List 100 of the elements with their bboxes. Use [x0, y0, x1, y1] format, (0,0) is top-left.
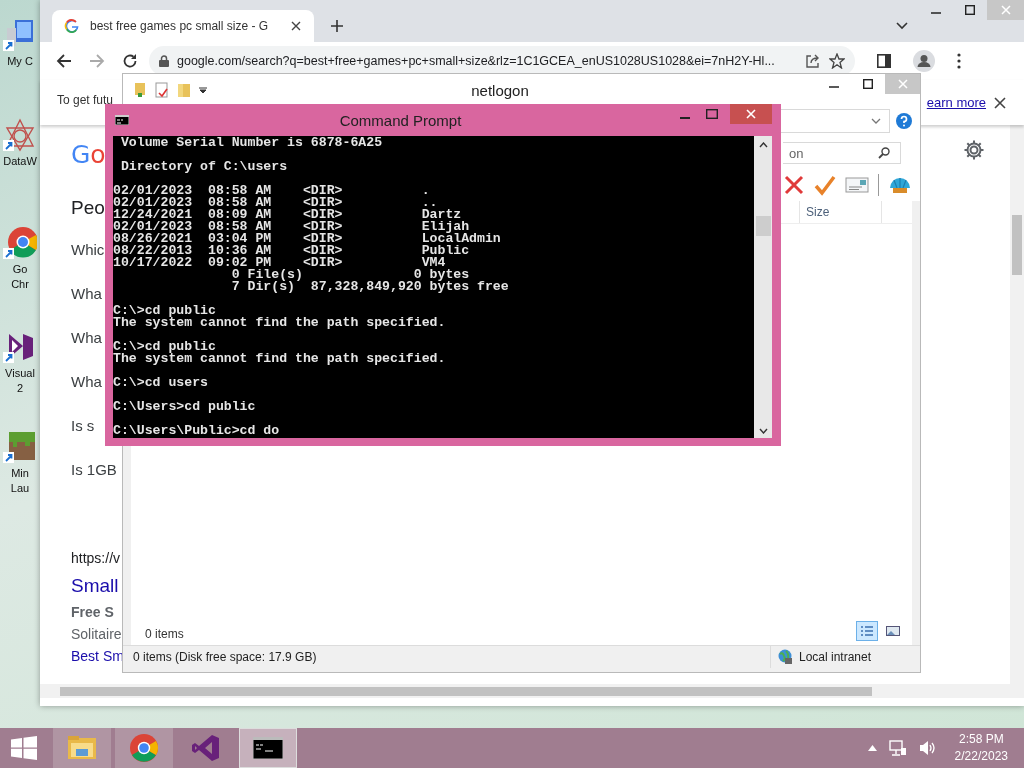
console-line: The system cannot find the path specified. [113, 353, 447, 365]
window-title: netlogon [471, 82, 529, 99]
console-line: Directory of C:\users [119, 161, 289, 173]
check-icon[interactable] [814, 174, 836, 196]
desktop-icon-label[interactable]: Go Chr [11, 262, 29, 292]
item-count: 0 items [145, 627, 184, 641]
zone-label: Local intranet [799, 650, 872, 664]
question-item[interactable]: Is 1GB [71, 448, 117, 492]
back-icon[interactable] [56, 53, 72, 69]
scroll-down-icon[interactable] [758, 428, 768, 434]
desktop-icon-label[interactable]: My C [7, 54, 33, 69]
console-line: 0 File(s) 0 bytes [230, 269, 471, 281]
browser-tab[interactable]: best free games pc small size - G [52, 10, 314, 42]
scrollbar-thumb[interactable] [60, 687, 872, 696]
column-header[interactable]: Size [799, 201, 881, 223]
settings-icon[interactable] [963, 139, 985, 161]
thumbnail-view-icon [886, 625, 900, 637]
result-url: https://v [71, 550, 121, 566]
search-icon [878, 147, 890, 159]
close-icon[interactable] [290, 20, 302, 32]
document-icon[interactable] [155, 82, 169, 98]
banner-text: To get futu [57, 92, 114, 107]
help-icon[interactable] [896, 113, 912, 129]
chevron-down-icon[interactable] [895, 21, 909, 31]
scrollbar[interactable] [1010, 125, 1024, 684]
close-button[interactable] [730, 104, 772, 124]
scrollbar-thumb[interactable] [1012, 215, 1022, 275]
profile-icon[interactable] [913, 50, 935, 72]
console-line: 02/01/2023 08:58 AM <DIR> .. [113, 197, 438, 209]
share-icon[interactable] [805, 53, 821, 69]
section-heading: Peo [71, 196, 105, 220]
result-snippet: Solitaire [71, 625, 122, 644]
star-icon[interactable] [829, 53, 845, 69]
console-line: C:\Users>cd public [113, 401, 257, 413]
question-item[interactable]: Is s [71, 404, 95, 448]
maximize-icon[interactable] [965, 5, 975, 15]
console-line: C:\>cd public [113, 341, 216, 353]
search-field[interactable]: on [783, 142, 901, 164]
result-title[interactable]: Small [71, 574, 119, 598]
desktop-icon-label[interactable]: Visual 2 [5, 366, 35, 396]
console-line: 08/26/2021 03:04 PM <DIR> LocalAdmin [113, 233, 502, 245]
scrollbar[interactable] [40, 684, 1024, 698]
desktop-icon-label[interactable]: DataW [3, 154, 37, 169]
folder-icon [67, 735, 97, 761]
menu-icon[interactable] [957, 53, 961, 69]
close-icon [1000, 5, 1011, 15]
console-line: 12/24/2021 08:09 AM <DIR> Dartz [113, 209, 462, 221]
grass-block-icon [3, 430, 37, 464]
console-line: 10/17/2022 09:02 PM <DIR> VM4 [113, 257, 446, 269]
folder-icon[interactable] [133, 82, 147, 98]
chrome-icon [129, 733, 159, 763]
lock-icon [159, 55, 169, 67]
console-line: 08/22/2013 10:36 AM <DIR> Public [113, 245, 471, 257]
scroll-up-icon[interactable] [758, 142, 768, 148]
reload-icon[interactable] [122, 53, 138, 69]
window-title: Command Prompt [339, 112, 462, 129]
chevron-down-icon[interactable] [871, 118, 881, 124]
address-field[interactable] [781, 109, 890, 133]
console-icon [253, 737, 283, 759]
clock-time[interactable]: 2:58 PM [958, 731, 1004, 748]
scrollbar-thumb[interactable] [755, 216, 771, 236]
show-hidden-icons-icon[interactable] [867, 745, 877, 751]
console-line: 02/01/2023 08:58 AM <DIR> Elijah [113, 221, 470, 233]
desktop-icon-label[interactable]: Min Lau [10, 466, 30, 496]
console-line: 7 Dir(s) 87,328,849,920 bytes free [230, 281, 510, 293]
question-item[interactable]: Whic [71, 228, 105, 272]
details-view-icon [860, 625, 874, 637]
visual-studio-icon [191, 733, 221, 763]
console-line: The system cannot find the path specified. [113, 317, 447, 329]
console-line: C:\Users\Public>cd do [113, 425, 281, 437]
status-text: 0 items (Disk free space: 17.9 GB) [133, 650, 317, 664]
console-line: Volume Serial Number is 6878-6A25 [119, 137, 384, 149]
chrome-icon [3, 226, 37, 260]
close-icon [897, 79, 908, 89]
new-tab-icon[interactable] [330, 19, 344, 33]
taskbar-button[interactable] [239, 728, 297, 768]
side-panel-icon[interactable] [877, 54, 891, 68]
card-icon[interactable] [845, 176, 869, 194]
close-icon [746, 109, 756, 119]
address-bar[interactable]: google.com/search?q=best+free+games+pc+small+size&rlz=1C1GCEA_enUS1028US1028&ei=7nH2Y-Hl... [149, 46, 855, 76]
console-icon [115, 115, 129, 125]
console-line: 02/01/2023 08:58 AM <DIR> . [113, 185, 431, 197]
clock-date[interactable]: 2/22/2023 [954, 748, 1008, 765]
question-item[interactable]: Wha [71, 360, 102, 404]
close-icon[interactable] [994, 96, 1006, 109]
maximize-icon[interactable] [863, 79, 873, 89]
volume-icon[interactable] [918, 740, 937, 756]
scrollbar[interactable] [754, 136, 772, 438]
forward-icon[interactable] [89, 53, 105, 69]
dropdown-icon[interactable] [199, 86, 207, 94]
globe-icon [777, 649, 793, 665]
windows-start-icon[interactable] [11, 736, 37, 760]
result-text: Free S [71, 603, 114, 622]
console-line: C:\>cd public [113, 305, 216, 317]
question-item[interactable]: Wha [71, 316, 102, 360]
console-line: C:\>cd users [113, 377, 209, 389]
question-item[interactable]: Wha [71, 272, 102, 316]
learn-more-link[interactable]: earn more [926, 95, 986, 110]
google-icon [64, 18, 80, 34]
delete-icon[interactable] [783, 174, 805, 196]
